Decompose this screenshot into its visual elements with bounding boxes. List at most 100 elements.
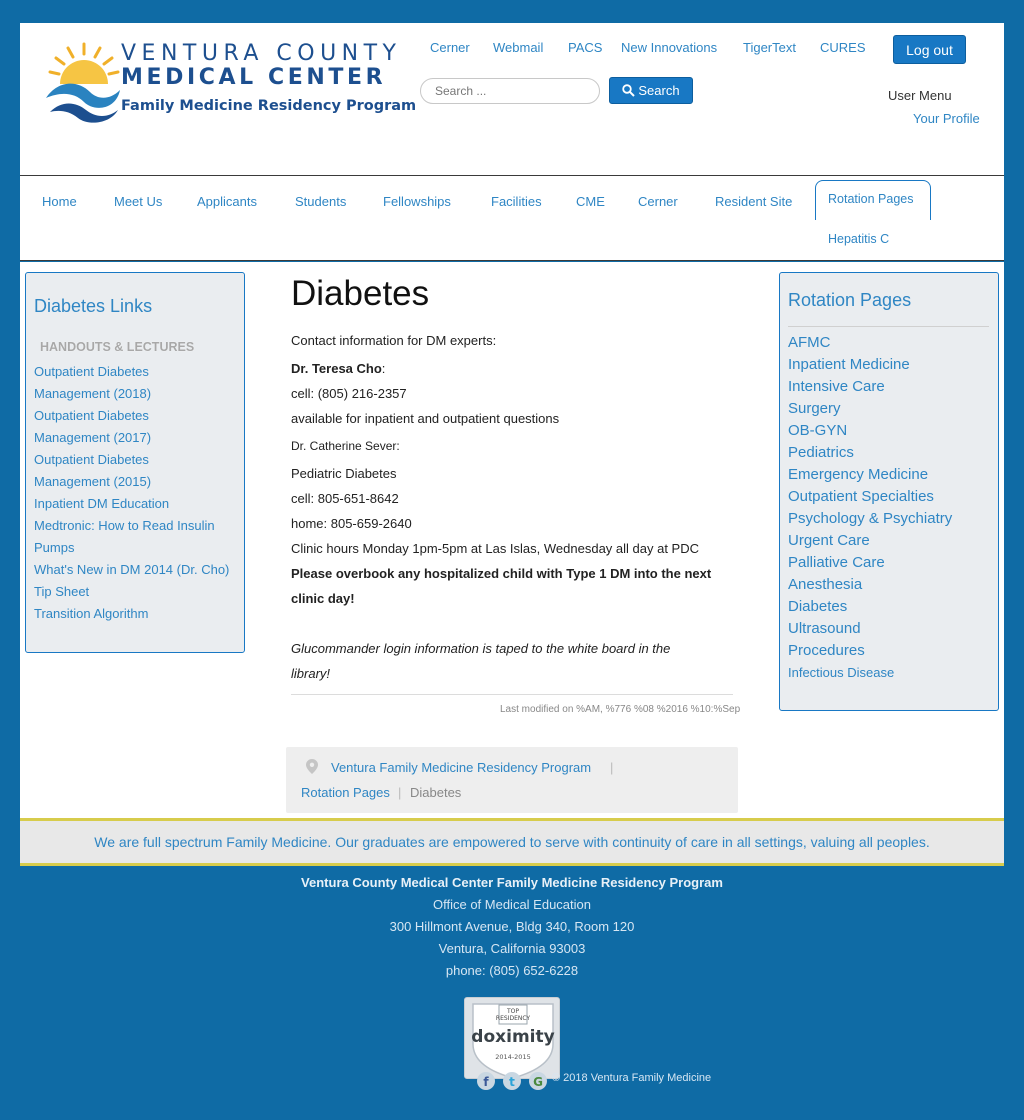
link-transition-algorithm[interactable]: Transition Algorithm — [34, 603, 148, 625]
nav-facilities[interactable]: Facilities — [491, 194, 542, 209]
link-inpatient-dm-education[interactable]: Inpatient DM Education — [34, 493, 169, 515]
expert1-cell: cell: (805) 216-2357 — [291, 386, 407, 401]
rotation-link-infectious-disease[interactable]: Infectious Disease — [788, 662, 894, 684]
nav-cme[interactable]: CME — [576, 194, 605, 209]
overbook-warning-line1: Please overbook any hospitalized child w… — [291, 566, 712, 581]
rotation-link-intensive-care[interactable]: Intensive Care — [788, 376, 885, 398]
rotation-link-surgery[interactable]: Surgery — [788, 398, 841, 420]
nav-cerner[interactable]: Cerner — [638, 194, 678, 209]
diabetes-links-title: Diabetes Links — [34, 296, 153, 316]
rotation-link-anesthesia[interactable]: Anesthesia — [788, 574, 862, 596]
link-outpatient-dm-2017-cont[interactable]: Management (2017) — [34, 427, 151, 449]
user-menu-title: User Menu — [888, 88, 952, 103]
search-icon — [622, 84, 636, 97]
glucommander-note-line1: Glucommander login information is taped … — [291, 641, 671, 656]
expert1-colon: : — [381, 361, 386, 376]
copyright: © 2018 Ventura Family Medicine — [552, 1072, 712, 1084]
footer-phone: phone: (805) 652-6228 — [445, 963, 579, 978]
svg-text:t: t — [509, 1075, 515, 1089]
toplink-cerner[interactable]: Cerner — [430, 40, 470, 55]
link-outpatient-dm-2018[interactable]: Outpatient Diabetes — [34, 361, 149, 383]
expert1-line: Dr. Teresa Cho: — [291, 361, 385, 376]
location-pin-icon — [306, 759, 318, 774]
rotation-link-psychology-psychiatry[interactable]: Psychology & Psychiatry — [788, 508, 952, 530]
google-icon[interactable]: G — [529, 1072, 547, 1090]
footer-program-name: Ventura County Medical Center Family Med… — [301, 875, 723, 890]
rotation-link-outpatient-specialties[interactable]: Outpatient Specialties — [788, 486, 934, 508]
breadcrumb-home-link[interactable]: Ventura Family Medicine Residency Progra… — [331, 760, 591, 775]
nav-resident-site[interactable]: Resident Site — [715, 194, 792, 209]
badge-years: 2014-2015 — [495, 1053, 531, 1061]
clinic-hours: Clinic hours Monday 1pm-5pm at Las Islas… — [291, 541, 700, 556]
expert2-home: home: 805-659-2640 — [291, 516, 412, 531]
nav-students[interactable]: Students — [295, 194, 346, 209]
doximity-badge[interactable]: TOP RESIDENCY doximity 2014-2015 — [464, 997, 560, 1079]
nav-applicants[interactable]: Applicants — [197, 194, 257, 209]
breadcrumb-current: Diabetes — [410, 785, 462, 800]
rotation-link-diabetes[interactable]: Diabetes — [788, 596, 847, 618]
logout-button[interactable]: Log out — [893, 35, 966, 64]
facebook-icon[interactable]: f — [477, 1072, 495, 1090]
rotation-link-inpatient-medicine[interactable]: Inpatient Medicine — [788, 354, 910, 376]
link-medtronic-insulin-pumps[interactable]: Medtronic: How to Read Insulin — [34, 515, 215, 537]
tagline: We are full spectrum Family Medicine. Ou… — [94, 834, 930, 850]
link-outpatient-dm-2017[interactable]: Outpatient Diabetes — [34, 405, 149, 427]
breadcrumb-separator: | — [398, 785, 402, 800]
nav-fellowships[interactable]: Fellowships — [383, 194, 451, 209]
link-whats-new-dm-2014[interactable]: What's New in DM 2014 (Dr. Cho) — [34, 559, 229, 581]
last-modified: Last modified on %AM, %776 %08 %2016 %10… — [500, 704, 741, 715]
link-tip-sheet[interactable]: Tip Sheet — [34, 581, 89, 603]
expert2-name: Dr. Catherine Sever: — [291, 439, 400, 453]
badge-residency-label: RESIDENCY — [495, 1015, 531, 1022]
breadcrumb-rotation-pages-link[interactable]: Rotation Pages — [301, 785, 390, 800]
sun-wave-logo-icon — [46, 42, 120, 123]
toplink-cures[interactable]: CURES — [820, 40, 866, 55]
footer-city: Ventura, California 93003 — [438, 941, 586, 956]
rotation-link-emergency-medicine[interactable]: Emergency Medicine — [788, 464, 928, 486]
rotation-link-urgent-care[interactable]: Urgent Care — [788, 530, 870, 552]
svg-text:G: G — [533, 1075, 543, 1089]
logo-text-line3: Family Medicine Residency Program — [121, 98, 417, 114]
link-medtronic-insulin-pumps-cont[interactable]: Pumps — [34, 537, 74, 559]
expert1-name: Dr. Teresa Cho — [291, 361, 382, 376]
badge-brand: doximity — [471, 1027, 555, 1047]
toplink-pacs[interactable]: PACS — [568, 40, 602, 55]
breadcrumb-separator: | — [610, 760, 614, 775]
rotation-link-ob-gyn[interactable]: OB-GYN — [788, 420, 847, 442]
toplink-new-innovations[interactable]: New Innovations — [621, 40, 717, 55]
badge-top-label: TOP — [506, 1008, 519, 1015]
search-input[interactable] — [420, 78, 600, 104]
breadcrumb — [286, 747, 738, 813]
search-button[interactable]: Search — [609, 77, 693, 104]
nav-rotation-pages[interactable]: Rotation Pages — [828, 192, 913, 206]
glucommander-note-line2: library! — [291, 666, 331, 681]
link-outpatient-dm-2015-cont[interactable]: Management (2015) — [34, 471, 151, 493]
handouts-heading: HANDOUTS & LECTURES — [40, 340, 195, 354]
expert1-note: available for inpatient and outpatient q… — [291, 411, 560, 426]
nav-meet-us[interactable]: Meet Us — [114, 194, 162, 209]
nav-home[interactable]: Home — [42, 194, 77, 209]
article-intro: Contact information for DM experts: — [291, 333, 497, 348]
rotation-link-palliative-care[interactable]: Palliative Care — [788, 552, 885, 574]
overbook-warning-line2: clinic day! — [291, 591, 355, 606]
link-outpatient-dm-2018-cont[interactable]: Management (2018) — [34, 383, 151, 405]
rotation-link-ultrasound[interactable]: Ultrasound — [788, 618, 861, 640]
link-outpatient-dm-2015[interactable]: Outpatient Diabetes — [34, 449, 149, 471]
rotation-link-afmc[interactable]: AFMC — [788, 332, 831, 354]
rotation-pages-divider — [788, 326, 989, 327]
footer-address: 300 Hillmont Avenue, Bldg 340, Room 120 — [389, 919, 635, 934]
article-divider — [291, 694, 733, 695]
svg-text:f: f — [483, 1075, 489, 1089]
logo-text-line1: VENTURA COUNTY — [121, 41, 402, 66]
logo-text-line2: MEDICAL CENTER — [121, 65, 387, 90]
your-profile-link[interactable]: Your Profile — [913, 111, 980, 126]
rotation-link-pediatrics[interactable]: Pediatrics — [788, 442, 854, 464]
toplink-webmail[interactable]: Webmail — [493, 40, 543, 55]
toplink-tigertext[interactable]: TigerText — [743, 40, 796, 55]
nav-sub-hepatitis-c[interactable]: Hepatitis C — [828, 232, 889, 246]
footer-office: Office of Medical Education — [432, 897, 591, 912]
expert2-cell: cell: 805-651-8642 — [291, 491, 399, 506]
rotation-pages-title: Rotation Pages — [788, 290, 912, 310]
twitter-icon[interactable]: t — [503, 1072, 521, 1090]
rotation-link-procedures[interactable]: Procedures — [788, 640, 865, 662]
